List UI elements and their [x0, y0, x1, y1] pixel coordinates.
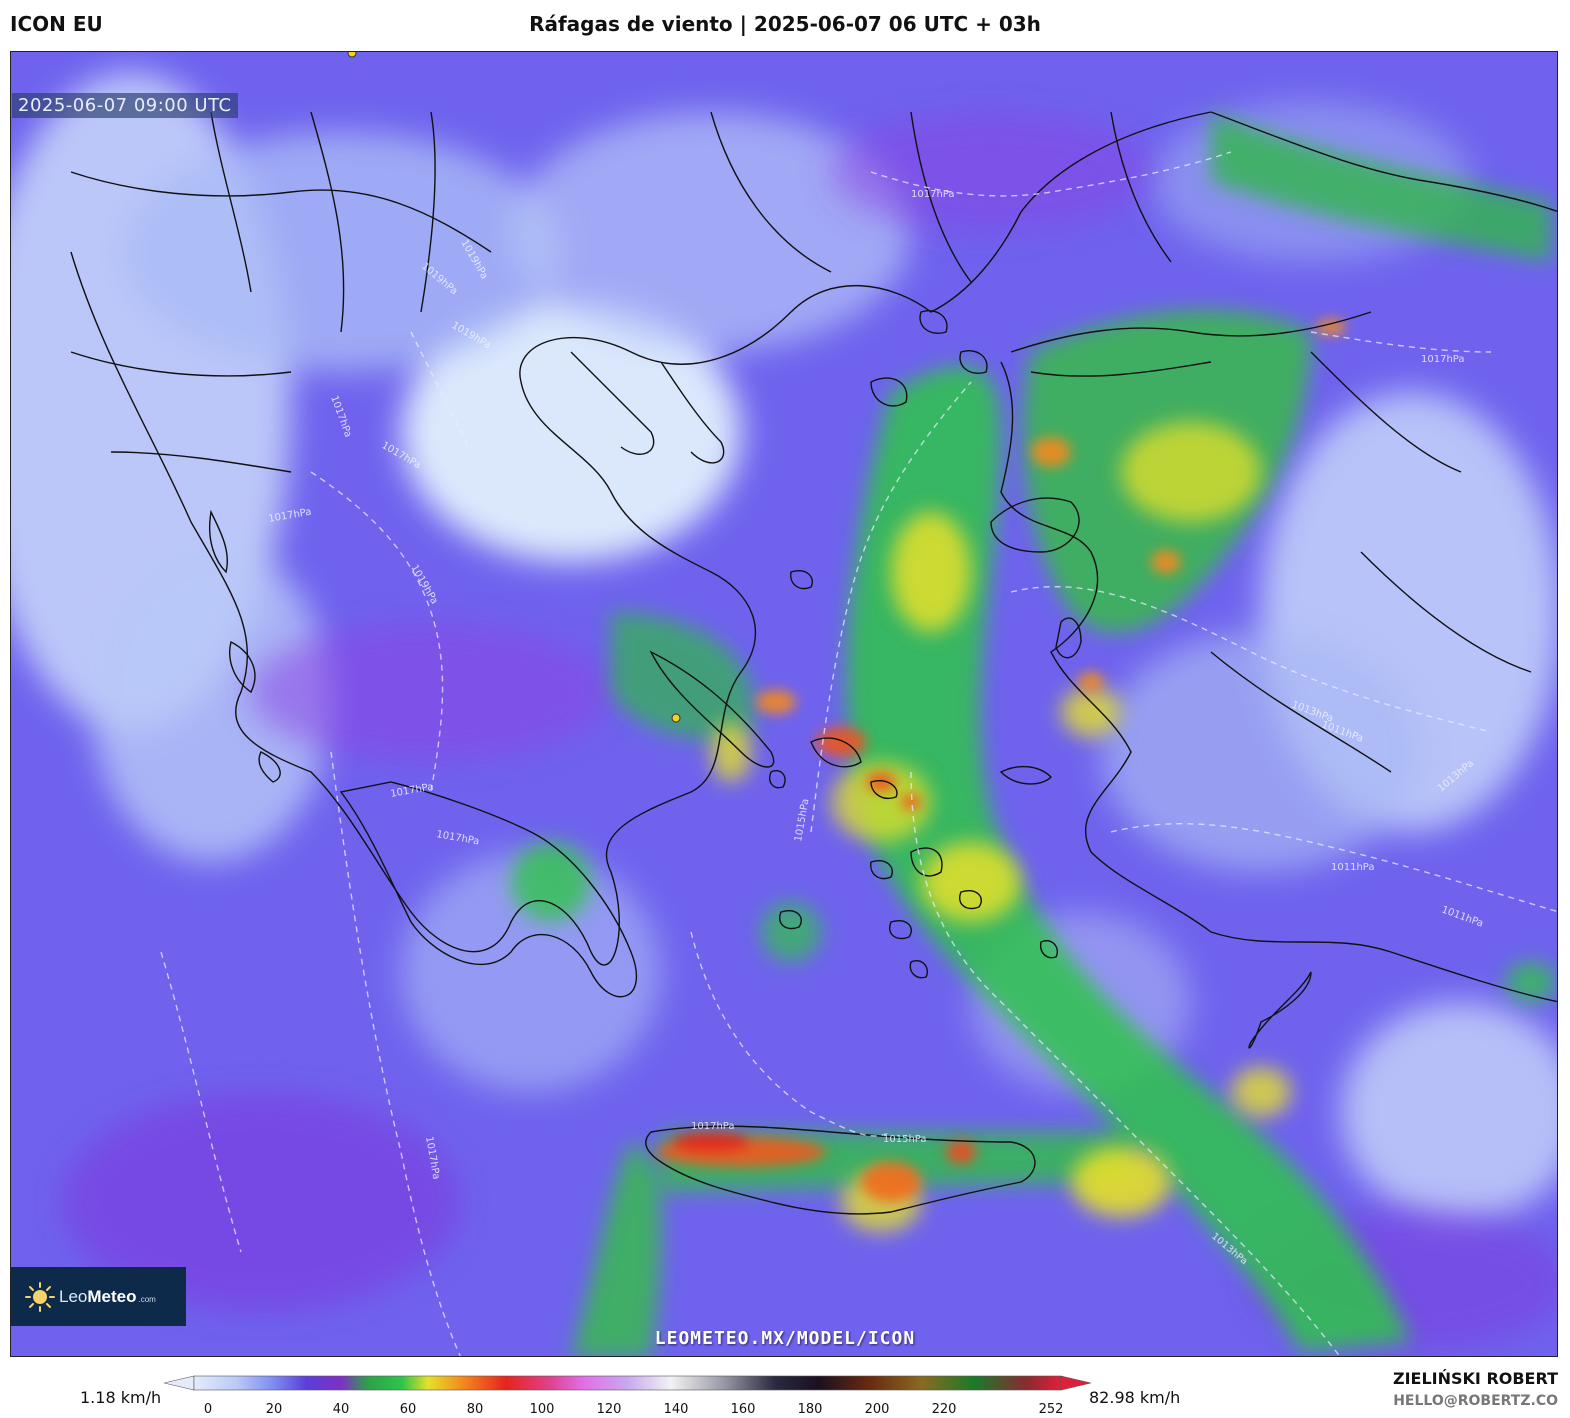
legend-tick: 100 [530, 1402, 555, 1417]
sun-icon [25, 1281, 55, 1312]
legend-tick: 200 [865, 1402, 890, 1417]
isobar-label: 1017hPa [691, 1121, 735, 1132]
leometeo-logo[interactable]: LeoMeteo .com [11, 1267, 186, 1326]
legend-tick: 160 [731, 1402, 756, 1417]
isobar-label: 1017hPa [911, 189, 955, 200]
legend-max-value: 82.98 km/h [1089, 1388, 1181, 1407]
source-watermark: LEOMETEO.MX/MODEL/ICON [654, 1328, 916, 1349]
author-name: ZIELIŃSKI ROBERT [1392, 1369, 1558, 1388]
valid-time-label: 2025-06-07 09:00 UTC [12, 93, 238, 118]
legend-tick: 180 [798, 1402, 823, 1417]
city-marker-top[interactable] [347, 52, 357, 58]
legend-tick: 0 [204, 1402, 212, 1417]
legend-tick: 252 [1039, 1402, 1064, 1417]
colorbar: 0 20 40 60 80 100 120 140 160 180 200 22… [163, 1375, 1092, 1417]
legend-tick: 40 [333, 1402, 350, 1417]
logo-text: LeoMeteo .com [59, 1287, 156, 1307]
isobar-label: 1017hPa [1421, 354, 1465, 365]
city-marker-athens[interactable] [671, 713, 681, 723]
legend-min-value: 1.18 km/h [80, 1388, 162, 1407]
legend-tick: 140 [664, 1402, 689, 1417]
legend-tick: 20 [266, 1402, 283, 1417]
isobar-label: 1015hPa [883, 1134, 927, 1145]
legend-tick: 120 [597, 1402, 622, 1417]
logo-brand-light: Leo [59, 1286, 88, 1306]
logo-brand-bold: Meteo [87, 1286, 137, 1306]
legend-tick: 80 [467, 1402, 484, 1417]
legend-tick: 60 [400, 1402, 417, 1417]
map-title: Ráfagas de viento | 2025-06-07 06 UTC + … [529, 12, 1041, 36]
logo-brand-suffix: .com [138, 1294, 156, 1304]
wind-gust-field: 1017hPa 1019hPa 1019hPa 1019hPa 1017hPa … [11, 52, 1557, 1356]
author-email[interactable]: HELLO@ROBERTZ.CO [1393, 1393, 1558, 1409]
legend-tick: 220 [932, 1402, 957, 1417]
isobar-label: 1011hPa [1331, 862, 1375, 873]
weather-map[interactable]: 1017hPa 1019hPa 1019hPa 1019hPa 1017hPa … [10, 51, 1558, 1357]
